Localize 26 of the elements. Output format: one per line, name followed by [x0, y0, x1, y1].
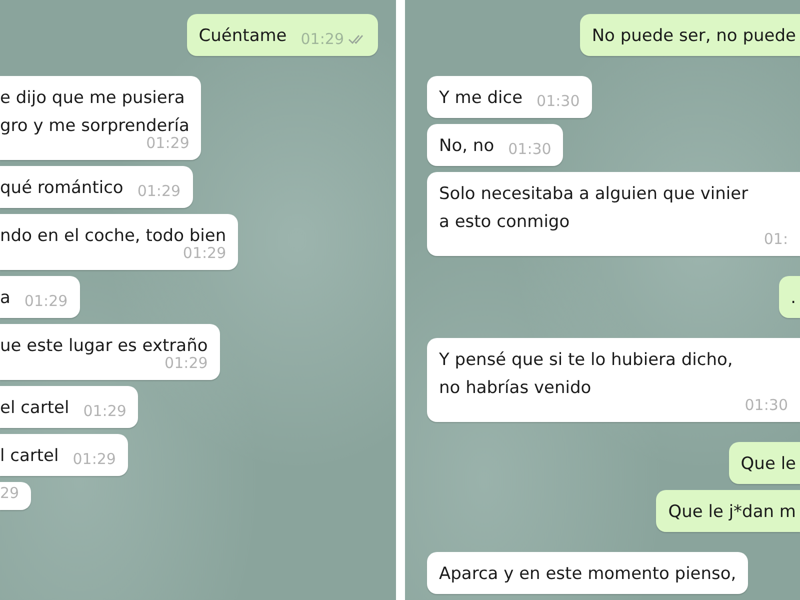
- message-time: 01:29: [72, 449, 116, 470]
- message-time: 01:29: [83, 401, 126, 422]
- message-text: Solo necesitaba a alguien que vinier a esto conmigo: [439, 183, 750, 234]
- message-time: 01:29: [300, 29, 344, 50]
- message-time: 29: [0, 483, 20, 504]
- message-time: 01:29: [146, 134, 190, 154]
- message-text: qué romántico: [0, 177, 124, 200]
- message-text: el cartel: [0, 397, 70, 420]
- message-text: Que le j*dan m: [668, 501, 796, 524]
- message-time: 01:30: [508, 139, 552, 160]
- message-time: 01:30: [536, 91, 580, 112]
- message-text: e dijo que me pusiera gro y me sorprendería: [0, 87, 190, 136]
- message-text: a: [0, 287, 10, 310]
- message-text: Aparca y en este momento pienso,: [439, 563, 736, 586]
- message-text: .: [790, 287, 796, 310]
- message-text: Que le: [740, 453, 796, 476]
- message-text: Y pensé que si te lo hubiera dicho, no habrías venido: [439, 349, 734, 400]
- message-time: 01:: [764, 229, 788, 250]
- message-text: Y me dice: [439, 87, 523, 110]
- message-time: 01:29: [24, 291, 68, 312]
- message-text: l cartel: [0, 445, 59, 468]
- message-text: No puede ser, no puede: [592, 25, 796, 48]
- message-time: 01:29: [137, 181, 181, 202]
- message-time: 01:30: [744, 395, 788, 416]
- message-text: No, no: [439, 135, 494, 158]
- message-text: Cuéntame: [198, 25, 287, 48]
